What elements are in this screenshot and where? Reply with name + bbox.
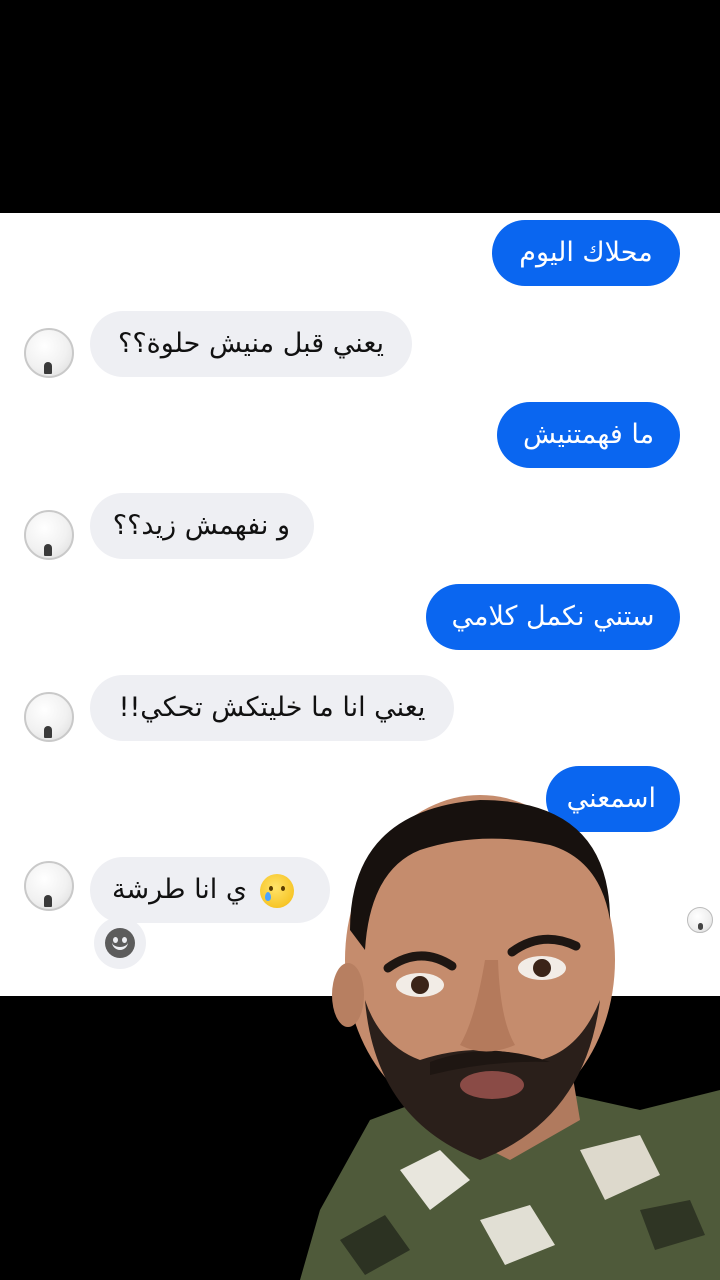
message-bubble-incoming[interactable]: يعني انا ما خليتكش تحكي!!: [90, 675, 454, 741]
message-bubble-outgoing[interactable]: ستني نكمل كلامي: [426, 584, 680, 650]
contact-avatar[interactable]: [24, 861, 74, 911]
contact-avatar[interactable]: [24, 328, 74, 378]
contact-avatar[interactable]: [24, 692, 74, 742]
smiley-reaction-icon: [105, 928, 135, 958]
message-text: ي انا طرشة: [112, 874, 248, 905]
reaction-button[interactable]: [94, 917, 146, 969]
message-bubble-incoming[interactable]: و نفهمش زيد؟؟: [90, 493, 314, 559]
message-bubble-outgoing[interactable]: ما فهمتنيش: [497, 402, 680, 468]
person-photo-overlay: [280, 790, 720, 1280]
contact-avatar[interactable]: [24, 510, 74, 560]
message-bubble-outgoing[interactable]: محلاك اليوم: [492, 220, 680, 286]
message-bubble-incoming[interactable]: يعني قبل منيش حلوة؟؟: [90, 311, 412, 377]
top-black-band: [0, 0, 720, 213]
